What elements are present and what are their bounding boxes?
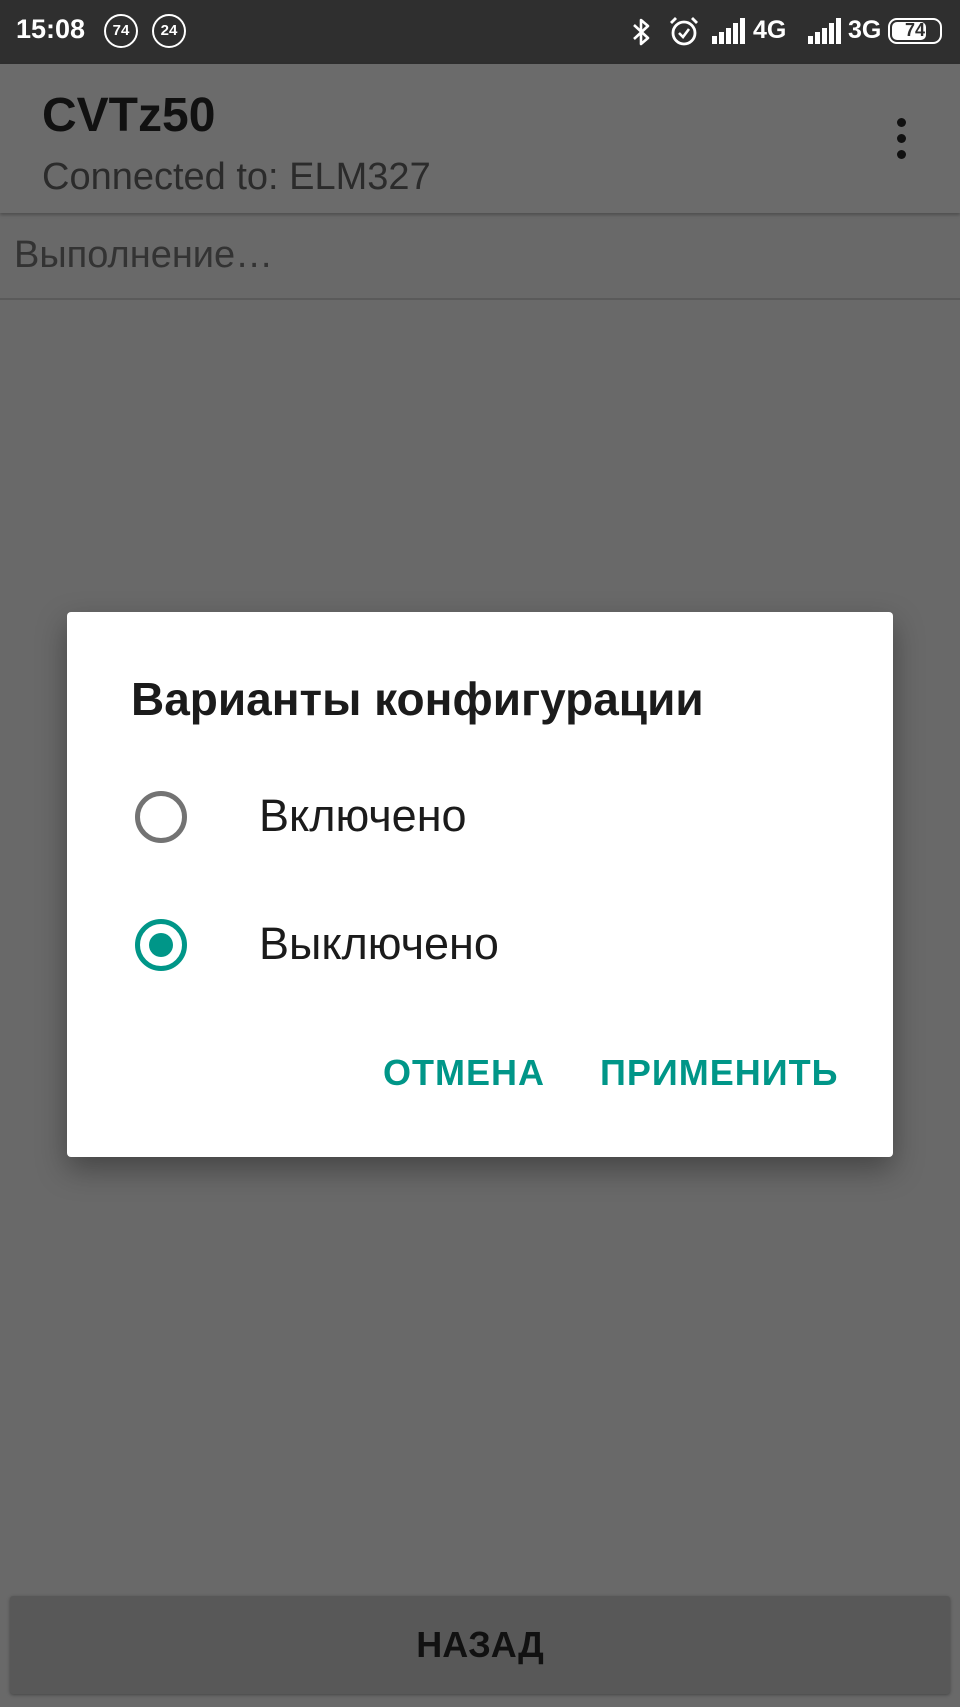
config-dialog: Варианты конфигурации Включено Выключено…	[67, 612, 893, 1157]
dialog-title: Варианты конфигурации	[131, 673, 704, 725]
progress-row: Выполнение…	[0, 214, 960, 300]
connection-status: Connected to: ELM327	[42, 156, 431, 198]
radio-dot	[149, 933, 173, 957]
status-time: 15:08	[16, 14, 86, 44]
option-label: Выключено	[259, 918, 499, 969]
network-type-label: 3G	[848, 16, 882, 44]
bluetooth-icon	[633, 18, 650, 46]
notification-badge: 24	[152, 14, 186, 48]
cancel-button[interactable]: ОТМЕНА	[383, 1052, 545, 1094]
more-options-icon[interactable]	[888, 118, 914, 168]
alarm-icon	[670, 17, 698, 46]
radio-unchecked-icon[interactable]	[135, 791, 187, 843]
option-label: Включено	[259, 790, 467, 841]
signal-icon	[712, 18, 745, 44]
back-button[interactable]: НАЗАД	[10, 1596, 950, 1694]
battery-level: 74	[904, 20, 926, 40]
option-enabled[interactable]: Включено	[67, 762, 893, 872]
app-bar: CVTz50 Connected to: ELM327	[0, 64, 960, 213]
network-type-label: 4G	[753, 16, 787, 44]
radio-checked-icon[interactable]	[135, 919, 187, 971]
status-bar: 15:08 74 24 4G 3G 74	[0, 0, 960, 64]
option-disabled[interactable]: Выключено	[67, 890, 893, 1000]
battery-icon: 74	[888, 18, 942, 44]
signal-icon	[808, 18, 841, 44]
apply-button[interactable]: ПРИМЕНИТЬ	[600, 1052, 839, 1094]
notification-badge: 74	[104, 14, 138, 48]
app-title: CVTz50	[42, 89, 216, 142]
progress-text: Выполнение…	[14, 234, 274, 276]
